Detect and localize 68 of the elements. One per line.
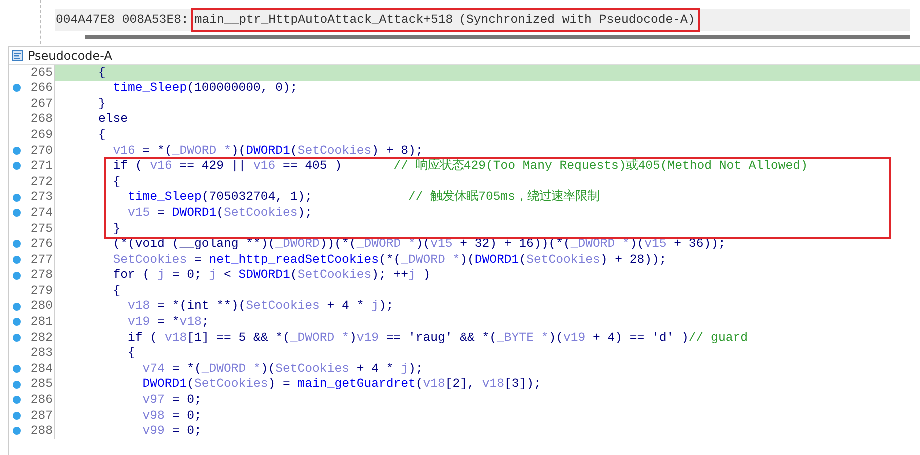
address-text: 004A47E8 008A53E8: bbox=[55, 12, 190, 29]
line-number: 288 bbox=[30, 423, 53, 440]
line-number: 283 bbox=[30, 345, 53, 362]
breakpoint-dot[interactable] bbox=[13, 302, 21, 311]
code-line: else bbox=[98, 112, 130, 128]
line-number: 284 bbox=[30, 360, 53, 378]
line-number: 287 bbox=[30, 408, 53, 425]
breakpoint-dot[interactable] bbox=[13, 396, 21, 404]
breakpoint-dot[interactable] bbox=[13, 209, 21, 218]
breakpoint-dot[interactable] bbox=[13, 272, 21, 280]
line-number: 271 bbox=[30, 158, 53, 176]
code-line: v18 = *(int **)(SetCookies + 4 * j); bbox=[127, 298, 395, 314]
code-line: } bbox=[112, 220, 122, 237]
breakpoint-dot[interactable] bbox=[13, 162, 21, 170]
horizontal-scrollbar[interactable] bbox=[85, 35, 910, 39]
breakpoint-dot[interactable] bbox=[13, 194, 21, 202]
line-number: 273 bbox=[30, 189, 53, 206]
breakpoint-dot[interactable] bbox=[13, 318, 21, 326]
breakpoint-dot[interactable] bbox=[13, 240, 21, 248]
line-number: 281 bbox=[30, 314, 53, 332]
location-text: main__ptr_HttpAutoAttack_Attack+518 bbox=[194, 12, 454, 29]
line-number: 280 bbox=[30, 298, 53, 316]
breakpoint-dot[interactable] bbox=[13, 412, 21, 420]
line-number: 266 bbox=[30, 80, 53, 98]
line-number: 276 bbox=[30, 236, 53, 254]
code-line: v99 = 0; bbox=[142, 424, 203, 440]
code-line: for ( j = 0; j < SDWORD1(SetCookies); ++j ) bbox=[112, 268, 432, 284]
line-number: 268 bbox=[30, 111, 53, 128]
document-icon bbox=[12, 50, 23, 61]
breakpoint-dot[interactable] bbox=[13, 146, 21, 155]
code-line: v97 = 0; bbox=[142, 392, 203, 408]
breakpoint-dot[interactable] bbox=[13, 84, 21, 92]
line-number: 277 bbox=[30, 252, 53, 269]
code-line: if ( v16 == 429 || v16 == 405 ) // 响应状态429(Too Many Requests)或405(Method Not Allowed) bbox=[112, 158, 809, 174]
breakpoint-dot[interactable] bbox=[13, 427, 21, 436]
breakpoint-dot[interactable] bbox=[13, 380, 21, 389]
line-number: 274 bbox=[30, 204, 53, 222]
line-number: 272 bbox=[30, 174, 53, 191]
breakpoint-dot[interactable] bbox=[13, 365, 21, 374]
line-number: 275 bbox=[30, 220, 53, 238]
code-line: } bbox=[98, 96, 107, 112]
sync-status-text: (Synchronized with Pseudocode-A) bbox=[459, 12, 696, 29]
breakpoint-dot[interactable] bbox=[13, 256, 21, 264]
code-line: v98 = 0; bbox=[142, 408, 203, 424]
code-line: { bbox=[112, 283, 122, 299]
line-number: 278 bbox=[30, 267, 53, 284]
line-number: 269 bbox=[30, 126, 53, 144]
code-line: DWORD1(SetCookies) = main_getGuardret(v18[2], v18[3]); bbox=[142, 376, 542, 392]
code-line: SetCookies = net_http_readSetCookies(*(_DWORD *)(DWORD1(SetCookies) + 28)); bbox=[112, 252, 668, 268]
line-number: 265 bbox=[30, 64, 53, 82]
code-line: { bbox=[98, 127, 107, 143]
code-line: time_Sleep(705032704, 1); // 触发休眠705ms，绕过速率限制 bbox=[127, 190, 600, 206]
code-line: if ( v18[1] == 5 && *(_DWORD *)v19 == 'raug' && *(_BYTE *)(v19 + 4) == 'd' )// guard bbox=[127, 330, 749, 346]
code-line: v15 = DWORD1(SetCookies); bbox=[127, 205, 314, 221]
line-number: 286 bbox=[30, 392, 53, 410]
code-line: v16 = *(_DWORD *)(DWORD1(SetCookies) + 8); bbox=[112, 142, 424, 159]
code-line: v19 = *v18; bbox=[127, 314, 210, 330]
line-number: 267 bbox=[30, 96, 53, 113]
line-number: 285 bbox=[30, 376, 53, 394]
code-line: { bbox=[112, 174, 122, 190]
code-line: { bbox=[127, 346, 136, 362]
breakpoint-dot[interactable] bbox=[13, 334, 21, 342]
tab-title[interactable]: Pseudocode-A bbox=[28, 46, 112, 64]
line-number: 282 bbox=[30, 330, 53, 347]
line-number: 270 bbox=[30, 142, 53, 160]
line-number: 279 bbox=[30, 282, 53, 300]
code-line: time_Sleep(100000000, 0); bbox=[112, 80, 299, 96]
code-line: v74 = *(_DWORD *)(SetCookies + 4 * j); bbox=[142, 361, 424, 377]
